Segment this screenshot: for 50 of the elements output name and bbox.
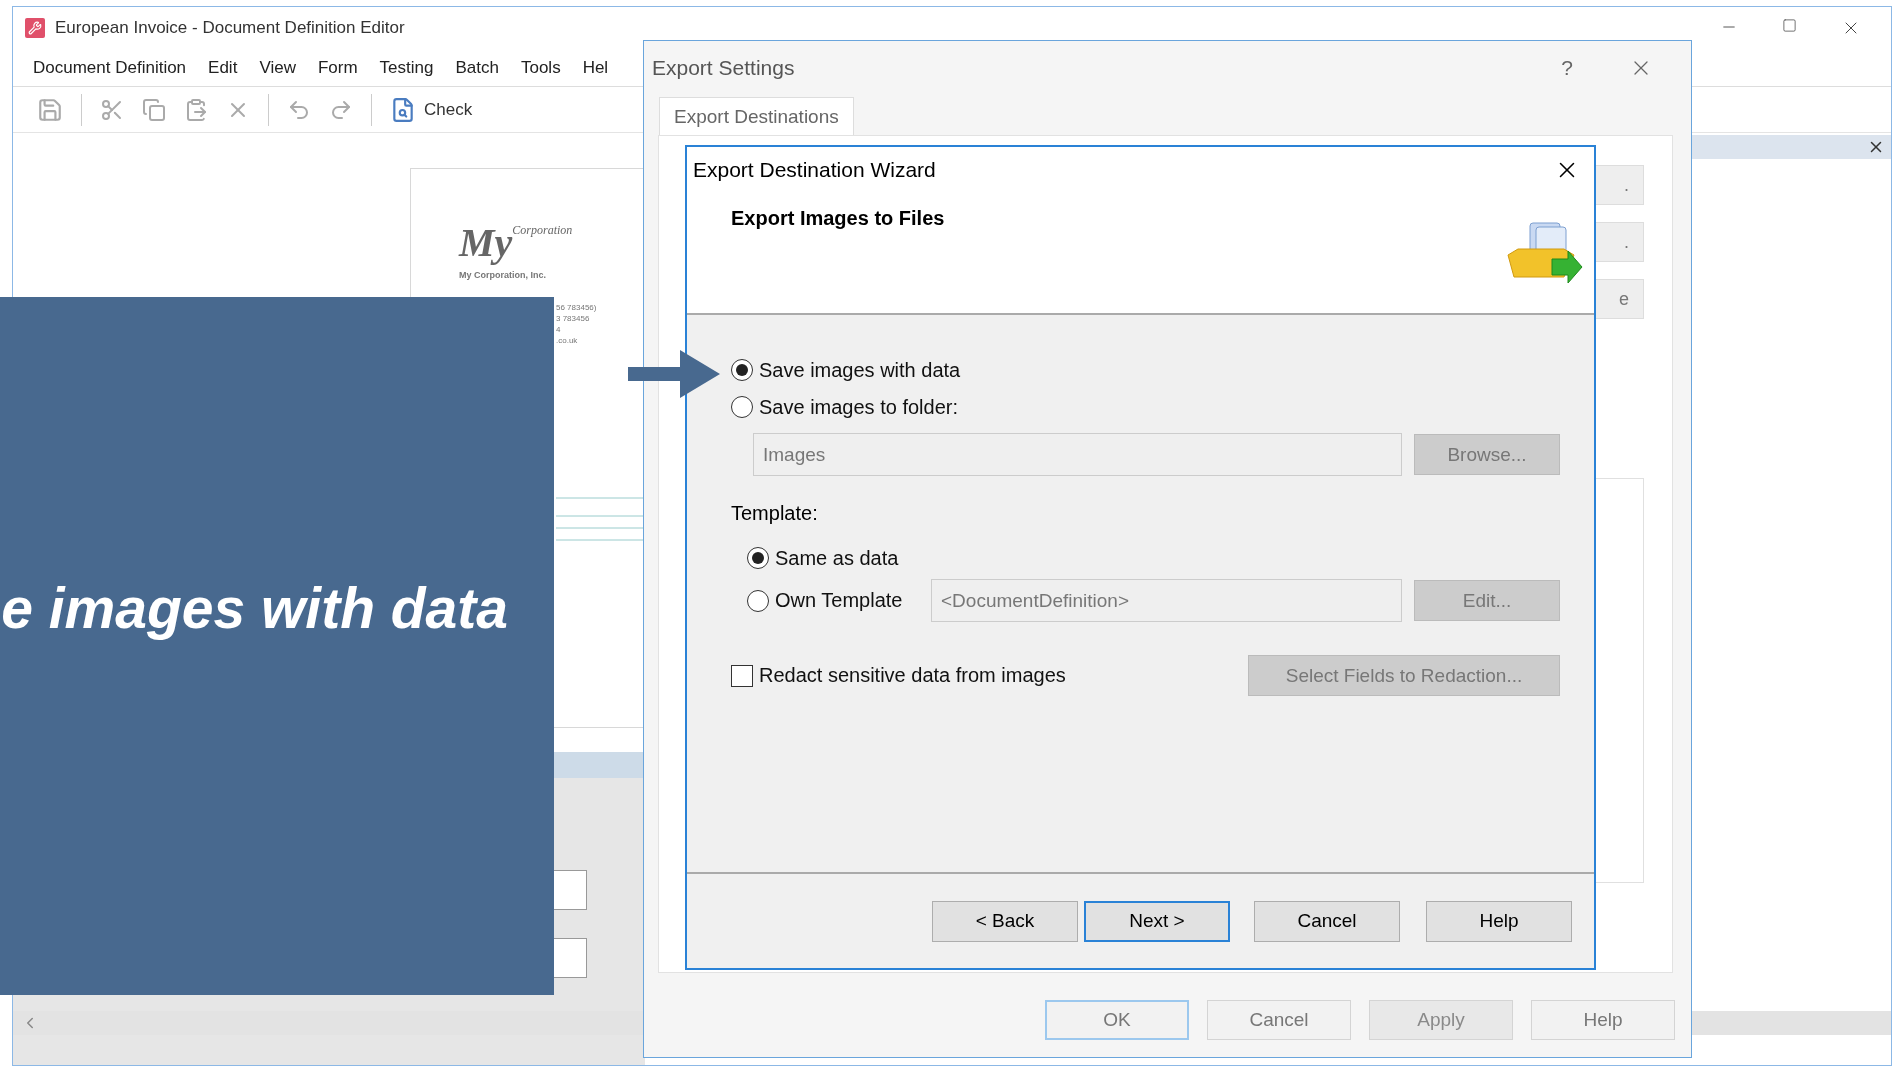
dialog-button[interactable]: Help (1531, 1000, 1675, 1040)
document-search-icon (390, 96, 416, 123)
wizard-button[interactable]: Next > (1084, 900, 1230, 942)
radio-button[interactable] (747, 547, 769, 569)
dialog-button[interactable]: Cancel (1207, 1000, 1351, 1040)
scissors-icon[interactable] (100, 97, 124, 122)
wizard-button[interactable]: Cancel (1254, 900, 1400, 942)
window-title: European Invoice - Document Definition Editor (55, 18, 405, 38)
wizard-button[interactable]: Help (1426, 900, 1572, 942)
radio-button[interactable] (731, 396, 753, 418)
address-line: 3 783456 (556, 313, 591, 324)
dialog-title: Export Settings (652, 56, 795, 80)
option-label: Save images to folder: (759, 395, 958, 419)
copy-icon[interactable] (142, 97, 166, 122)
radio-button[interactable] (731, 359, 753, 381)
paste-icon[interactable] (184, 97, 208, 122)
tab[interactable]: Export Destinations (659, 97, 854, 135)
form-field (553, 870, 587, 910)
caption-text: e images with data (1, 575, 508, 642)
logo-tagline: Corporation (512, 223, 573, 238)
template-label: Template: (731, 502, 819, 525)
radio-button[interactable] (747, 589, 769, 612)
menu-item[interactable]: Document Definition (33, 57, 187, 78)
app-icon (25, 18, 45, 38)
wizard-heading: Export Images to Files (731, 207, 945, 230)
address-line: 56 783456) (556, 302, 598, 313)
company-name: My Corporation, Inc. (459, 270, 547, 280)
form-field (553, 938, 587, 978)
checkbox-label: Redact sensitive data from images (759, 664, 1066, 687)
option-label: Own Template (775, 589, 903, 612)
save-icon[interactable] (37, 96, 63, 123)
address-line: .co.uk (556, 335, 579, 346)
logo-text: My (459, 219, 513, 266)
option-label: Save images with data (759, 358, 961, 382)
menu-item[interactable]: Form (317, 57, 358, 78)
help-button[interactable]: ? (1561, 56, 1573, 80)
option-label: Same as data (775, 546, 899, 570)
wizard-title: Export Destination Wizard (693, 158, 936, 182)
menu-item[interactable]: View (259, 57, 296, 78)
arrow-icon (628, 350, 720, 398)
check-button[interactable]: Check (390, 96, 473, 123)
dialog-button[interactable]: OK (1045, 1000, 1189, 1040)
menu-item[interactable]: Testing (379, 57, 434, 78)
menu-item[interactable]: Hel (582, 57, 609, 78)
menu-item[interactable]: Tools (520, 57, 561, 78)
menu-item[interactable]: Batch (455, 57, 499, 78)
address-line: 4 (556, 324, 562, 335)
checkbox[interactable] (731, 664, 753, 687)
wizard-button[interactable]: < Back (932, 900, 1078, 942)
menu-item[interactable]: Edit (208, 57, 238, 78)
